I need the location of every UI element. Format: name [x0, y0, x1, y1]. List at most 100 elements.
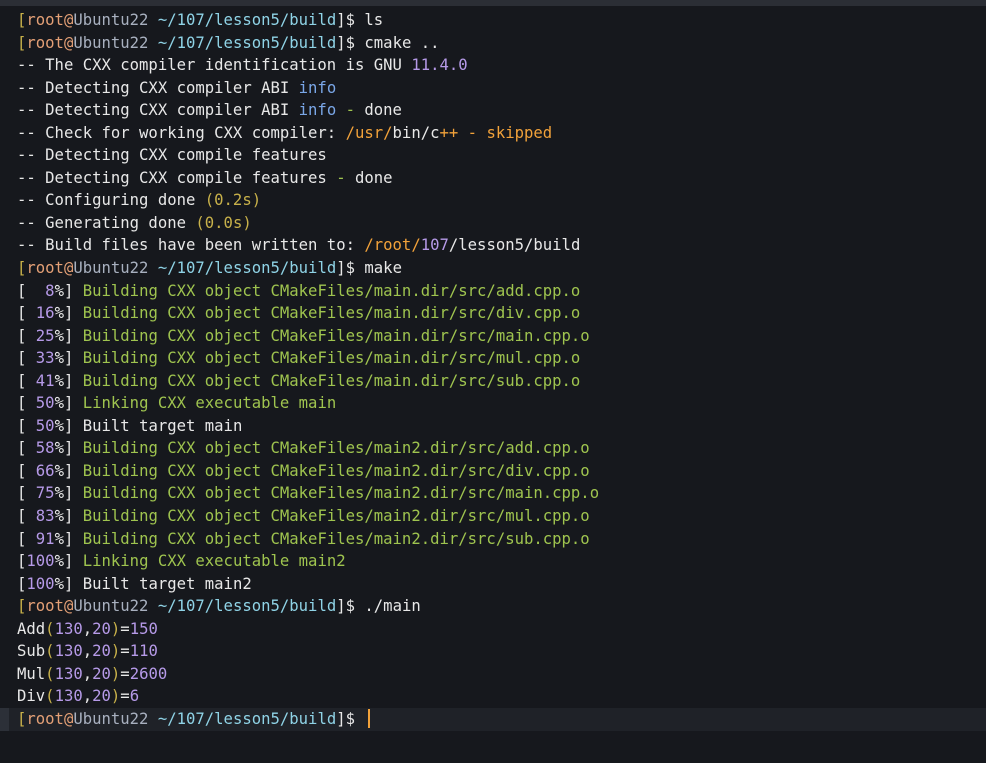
terminal-line: Mul(130,20)=2600 — [0, 663, 986, 686]
calc-equals: = — [120, 687, 130, 706]
terminal-line: [ 83%] Building CXX object CMakeFiles/ma… — [0, 505, 986, 528]
progress-percent: 100 — [26, 552, 55, 571]
prompt-at: @ — [63, 597, 74, 616]
prompt-symbol: ]$ — [336, 259, 356, 278]
prompt-symbol: ]$ — [336, 11, 356, 29]
build-message: Built target main2 — [82, 574, 252, 593]
output-text: /root/ — [364, 236, 421, 255]
prompt-bracket: [ — [17, 597, 27, 616]
terminal-output[interactable]: [root@Ubuntu22 ~/107/lesson5/build]$ ls[… — [0, 9, 986, 763]
prompt-user: root — [26, 259, 64, 278]
prompt-bracket: [ — [17, 259, 27, 278]
calc-arg: 130 — [54, 687, 83, 706]
prompt-symbol: ]$ — [336, 709, 356, 728]
terminal-line: -- Detecting CXX compile features — [0, 144, 986, 167]
terminal-line: -- Configuring done (0.2s) — [0, 189, 986, 212]
progress-percent: 16 — [26, 304, 55, 323]
calc-paren: ( — [45, 664, 55, 683]
terminal-line: [root@Ubuntu22 ~/107/lesson5/build]$ ls — [0, 9, 986, 32]
progress-bracket: [ — [17, 507, 27, 526]
calc-equals: = — [120, 619, 130, 638]
terminal-line: [ 66%] Building CXX object CMakeFiles/ma… — [0, 460, 986, 483]
progress-percent: 50 — [26, 416, 55, 435]
calc-paren: ( — [45, 687, 55, 706]
calc-arg: 20 — [92, 642, 111, 661]
build-message: Building CXX object CMakeFiles/main2.dir… — [82, 484, 600, 503]
progress-percent: 50 — [26, 394, 55, 413]
build-message: Building CXX object CMakeFiles/main2.dir… — [82, 439, 590, 458]
build-message: Building CXX object CMakeFiles/main.dir/… — [82, 281, 581, 300]
prompt-path: ~/107/lesson5/build — [157, 259, 337, 278]
calc-result: 150 — [129, 619, 158, 638]
build-message: Linking CXX executable main — [82, 394, 337, 413]
prompt-bracket: [ — [17, 11, 27, 29]
progress-bracket: %] — [54, 371, 83, 390]
prompt-symbol: ]$ — [336, 597, 356, 616]
prompt-path: ~/107/lesson5/build — [157, 11, 337, 29]
build-message: Building CXX object CMakeFiles/main2.dir… — [82, 507, 590, 526]
progress-bracket: %] — [54, 416, 83, 435]
calc-result: 6 — [129, 687, 140, 706]
output-text: -- Detecting CXX compiler ABI — [17, 101, 299, 120]
calc-comma: , — [82, 619, 93, 638]
output-text: -- The CXX compiler identification is GN… — [17, 56, 412, 75]
output-text: -- Detecting CXX compile features — [17, 168, 337, 187]
prompt-symbol: ]$ — [336, 33, 356, 52]
calc-op: Add — [17, 619, 46, 638]
progress-bracket: [ — [17, 439, 27, 458]
progress-bracket: [ — [17, 281, 27, 300]
prompt-path: ~/107/lesson5/build — [157, 709, 337, 728]
output-text: -- Configuring done — [17, 191, 205, 210]
output-text: - — [336, 168, 346, 187]
prompt-host: Ubuntu22 — [73, 259, 149, 278]
build-message: Building CXX object CMakeFiles/main.dir/… — [82, 371, 581, 390]
prompt-path: ~/107/lesson5/build — [157, 33, 337, 52]
terminal-line: [ 50%] Linking CXX executable main — [0, 392, 986, 415]
command-text: ls — [364, 11, 384, 29]
prompt-at: @ — [63, 259, 74, 278]
prompt-host: Ubuntu22 — [73, 11, 149, 29]
build-message: Building CXX object CMakeFiles/main.dir/… — [82, 349, 581, 368]
progress-bracket: [ — [17, 326, 27, 345]
calc-equals: = — [120, 642, 130, 661]
calc-comma: , — [82, 687, 93, 706]
prompt-bracket: [ — [17, 33, 27, 52]
output-text: bin/c — [392, 123, 440, 142]
output-text: -- Build files have been written to: — [17, 236, 365, 255]
progress-bracket: %] — [54, 304, 83, 323]
calc-paren: ( — [45, 619, 55, 638]
progress-bracket: %] — [54, 529, 83, 548]
terminal-line: -- Detecting CXX compiler ABI info — [0, 77, 986, 100]
terminal-line: [ 75%] Building CXX object CMakeFiles/ma… — [0, 482, 986, 505]
progress-bracket: %] — [54, 281, 83, 300]
terminal-line: Div(130,20)=6 — [0, 685, 986, 708]
prompt-bracket: [ — [17, 709, 27, 728]
output-text: done — [364, 101, 402, 120]
progress-bracket: [ — [17, 529, 27, 548]
terminal-line: -- Detecting CXX compiler ABI info - don… — [0, 99, 986, 122]
output-text: -- Generating done — [17, 213, 196, 232]
calc-paren: ) — [110, 619, 121, 638]
prompt-user: root — [26, 709, 64, 728]
progress-bracket: [ — [17, 304, 27, 323]
progress-percent: 75 — [26, 484, 55, 503]
calc-arg: 20 — [92, 687, 111, 706]
progress-bracket: %] — [54, 507, 83, 526]
terminal-line: [100%] Built target main2 — [0, 573, 986, 596]
calc-equals: = — [120, 664, 130, 683]
progress-bracket: %] — [54, 349, 83, 368]
command-text: make — [364, 259, 402, 278]
calc-result: 2600 — [129, 664, 168, 683]
calc-op: Mul — [17, 664, 46, 683]
terminal-input-line[interactable]: [root@Ubuntu22 ~/107/lesson5/build]$ — [0, 707, 986, 731]
progress-bracket: %] — [54, 326, 83, 345]
terminal-line: -- Detecting CXX compile features - done — [0, 167, 986, 190]
output-text: (0.0s) — [195, 213, 252, 232]
text-cursor — [368, 708, 371, 728]
terminal-top-bar — [0, 0, 986, 6]
progress-bracket: [ — [17, 371, 27, 390]
output-text: info — [298, 101, 337, 120]
build-message: Building CXX object CMakeFiles/main2.dir… — [82, 529, 590, 548]
output-text: ++ - skipped — [439, 123, 553, 142]
output-text: 107 — [420, 236, 449, 255]
